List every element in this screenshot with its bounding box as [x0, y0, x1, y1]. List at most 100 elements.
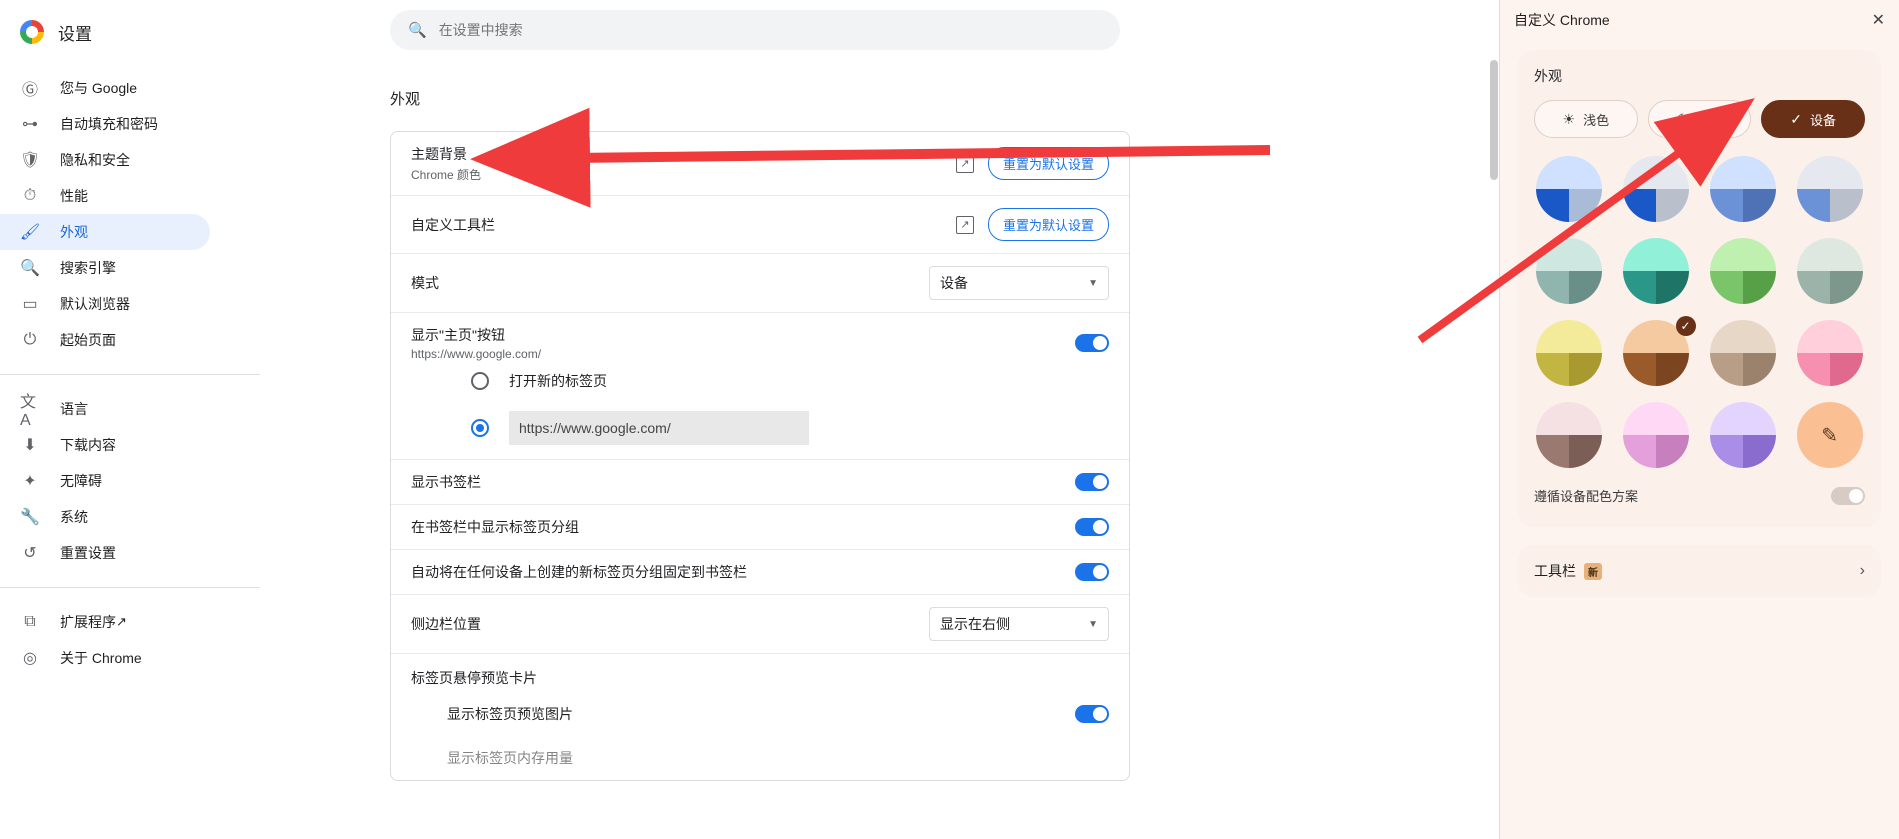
sidebar-icon: ⏻: [20, 330, 40, 350]
home-label: 显示"主页"按钮: [411, 325, 541, 345]
appearance-panel-card: 外观 ☀浅色 ☾深色 ✓设备 ✓✎ 遵循设备配色方案: [1518, 50, 1881, 527]
mode-device-button[interactable]: ✓设备: [1761, 100, 1865, 138]
sidebar-icon: ⧉: [20, 612, 40, 632]
sidebar-icon: ⊶: [20, 114, 40, 134]
home-option-newtab[interactable]: 打开新的标签页: [411, 361, 1109, 401]
radio-newtab[interactable]: [471, 372, 489, 390]
sidebar-item[interactable]: ⬇下载内容: [0, 427, 210, 463]
mode-light-button[interactable]: ☀浅色: [1534, 100, 1638, 138]
sidebar-item[interactable]: ◎关于 Chrome: [0, 640, 210, 676]
customize-toolbar-label: 自定义工具栏: [411, 215, 495, 235]
color-swatch[interactable]: [1536, 238, 1602, 304]
sidebar-item[interactable]: ⏻起始页面: [0, 322, 210, 358]
color-swatch[interactable]: [1797, 320, 1863, 386]
hover-img-toggle[interactable]: [1075, 705, 1109, 723]
sidebarpos-dropdown[interactable]: 显示在右侧 ▼: [929, 607, 1109, 641]
sidebar-item[interactable]: ⧉ 扩展程序↗: [0, 604, 210, 640]
color-swatch[interactable]: [1536, 156, 1602, 222]
theme-row[interactable]: 主题背景 Chrome 颜色 ↗ 重置为默认设置: [391, 132, 1129, 196]
color-swatch[interactable]: [1797, 156, 1863, 222]
search-input[interactable]: [439, 22, 1102, 38]
sidebar-icon: ⬇: [20, 435, 40, 455]
toolbar-panel-row[interactable]: 工具栏 新 ›: [1518, 545, 1881, 597]
color-swatch[interactable]: [1710, 320, 1776, 386]
sidebar-item-label: 搜索引擎: [60, 258, 116, 278]
sidebar-item[interactable]: ▭默认浏览器: [0, 286, 210, 322]
open-external-icon[interactable]: ↗: [956, 216, 974, 234]
search-icon: 🔍: [408, 21, 427, 39]
sidebar-item[interactable]: ↺重置设置: [0, 535, 210, 571]
bookmarks-toggle[interactable]: [1075, 473, 1109, 491]
chevron-down-icon: ▼: [1088, 278, 1098, 289]
close-icon[interactable]: ✕: [1872, 10, 1885, 30]
sidebarpos-value: 显示在右侧: [940, 614, 1010, 634]
color-swatch[interactable]: [1710, 156, 1776, 222]
sidebar-item[interactable]: 🛡隐私和安全: [0, 142, 210, 178]
sidebar-icon: 🛡: [20, 150, 40, 170]
follow-toggle[interactable]: [1831, 487, 1865, 505]
radio-url[interactable]: [471, 419, 489, 437]
pin-label: 自动将在任何设备上创建的新标签页分组固定到书签栏: [411, 562, 747, 582]
sidebar-icon: ✦: [20, 471, 40, 491]
home-url-input[interactable]: [509, 411, 809, 445]
sidebar-item-label: 默认浏览器: [60, 294, 130, 314]
home-sub: https://www.google.com/: [411, 347, 541, 361]
sidebar-item-label: 重置设置: [60, 543, 116, 563]
color-swatch[interactable]: [1797, 238, 1863, 304]
scrollbar[interactable]: [1490, 60, 1498, 180]
color-swatch[interactable]: [1623, 402, 1689, 468]
sidebar-icon: 🔧: [20, 507, 40, 527]
settings-sidebar: 设置 Ⓖ您与 Google⊶自动填充和密码🛡隐私和安全⏱性能🖌外观🔍搜索引擎▭默…: [0, 0, 270, 839]
mode-dropdown[interactable]: 设备 ▼: [929, 266, 1109, 300]
sidebar-item-label: 外观: [60, 222, 88, 242]
sidebar-item[interactable]: Ⓖ您与 Google: [0, 70, 210, 106]
sidebar-item[interactable]: ⊶自动填充和密码: [0, 106, 210, 142]
chevron-right-icon: ›: [1860, 562, 1865, 580]
follow-device-scheme-row: 遵循设备配色方案: [1534, 486, 1865, 505]
open-external-icon[interactable]: ↗: [956, 155, 974, 173]
customize-toolbar-row[interactable]: 自定义工具栏 ↗ 重置为默认设置: [391, 196, 1129, 254]
tabgroups-bookmark-row: 在书签栏中显示标签页分组: [391, 505, 1129, 550]
app-title: 设置: [58, 20, 92, 45]
reset-toolbar-button[interactable]: 重置为默认设置: [988, 208, 1109, 241]
color-picker-swatch[interactable]: ✎: [1797, 402, 1863, 468]
color-swatch[interactable]: [1536, 320, 1602, 386]
reset-theme-button[interactable]: 重置为默认设置: [988, 147, 1109, 180]
home-option-url[interactable]: [411, 401, 1109, 455]
pin-toggle[interactable]: [1075, 563, 1109, 581]
sidebar-item-label: 关于 Chrome: [60, 648, 142, 668]
color-swatch[interactable]: [1623, 238, 1689, 304]
bookmarks-label: 显示书签栏: [411, 472, 481, 492]
check-icon: ✓: [1676, 316, 1696, 336]
open-external-icon: ↗: [116, 614, 127, 630]
tabgroup-toggle[interactable]: [1075, 518, 1109, 536]
color-swatch[interactable]: [1710, 402, 1776, 468]
sidebar-position-row: 侧边栏位置 显示在右侧 ▼: [391, 595, 1129, 654]
appearance-settings-main: 外观 主题背景 Chrome 颜色 ↗ 重置为默认设置 自定义工具栏 ↗ 重置为…: [390, 88, 1130, 781]
color-mode-row: 模式 设备 ▼: [391, 254, 1129, 313]
new-badge: 新: [1584, 563, 1602, 580]
hover-card-title: 标签页悬停预览卡片: [391, 654, 1129, 692]
color-swatch[interactable]: [1623, 156, 1689, 222]
tabgroup-label: 在书签栏中显示标签页分组: [411, 517, 579, 537]
theme-label: 主题背景: [411, 144, 481, 164]
bookmarks-bar-row: 显示书签栏: [391, 460, 1129, 505]
sidebar-item[interactable]: 🔧系统: [0, 499, 210, 535]
sidebar-item[interactable]: 🔍搜索引擎: [0, 250, 210, 286]
sidebar-item[interactable]: 文A语言: [0, 391, 210, 427]
sidebar-item[interactable]: ✦ 无障碍: [0, 463, 210, 499]
sidebar-item-label: 扩展程序: [60, 612, 116, 632]
theme-sub: Chrome 颜色: [411, 166, 481, 183]
color-swatch[interactable]: [1536, 402, 1602, 468]
home-button-row: 显示"主页"按钮 https://www.google.com/ 打开新的标签页: [391, 313, 1129, 460]
sidebar-divider: [0, 587, 260, 588]
color-swatch[interactable]: [1710, 238, 1776, 304]
home-toggle[interactable]: [1075, 334, 1109, 352]
sidebar-item-label: 无障碍: [60, 471, 102, 491]
sidebar-item[interactable]: 🖌外观: [0, 214, 210, 250]
sidebar-icon: Ⓖ: [20, 78, 40, 98]
settings-search[interactable]: 🔍: [390, 10, 1120, 50]
sidebar-item[interactable]: ⏱性能: [0, 178, 210, 214]
mode-dark-button[interactable]: ☾深色: [1648, 100, 1752, 138]
sidebar-icon: 文A: [20, 399, 40, 419]
